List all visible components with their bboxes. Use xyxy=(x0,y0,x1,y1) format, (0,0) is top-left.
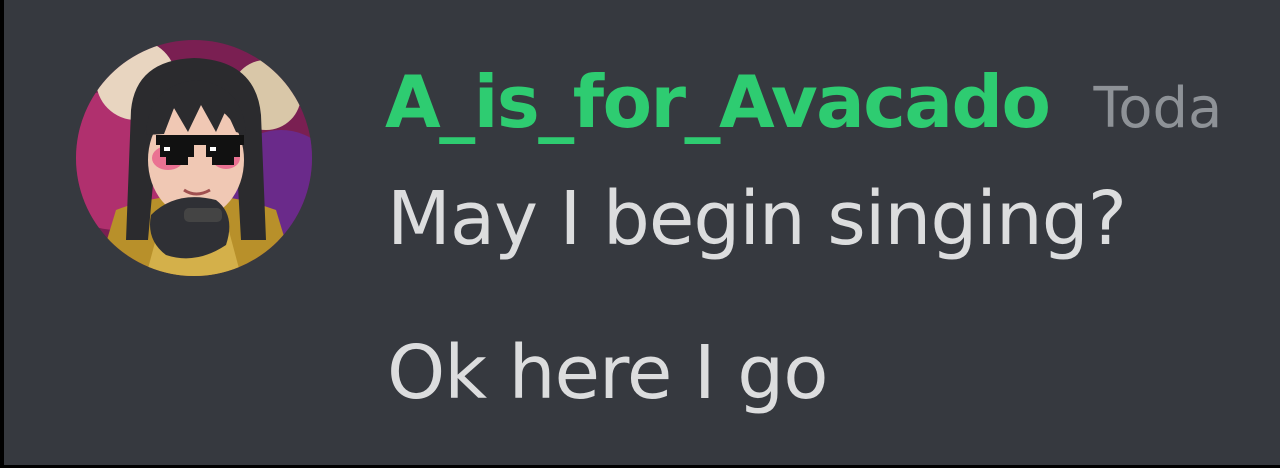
user-avatar[interactable] xyxy=(76,40,312,276)
message-header: A_is_for_Avacado Toda xyxy=(385,60,1222,144)
avatar-image xyxy=(76,40,312,276)
username[interactable]: A_is_for_Avacado xyxy=(385,60,1051,144)
message-text: Ok here I go xyxy=(387,330,828,416)
chat-message-area: A_is_for_Avacado Toda May I begin singin… xyxy=(4,0,1280,465)
message-text: May I begin singing? xyxy=(387,176,1127,262)
timestamp: Toda xyxy=(1093,76,1223,141)
